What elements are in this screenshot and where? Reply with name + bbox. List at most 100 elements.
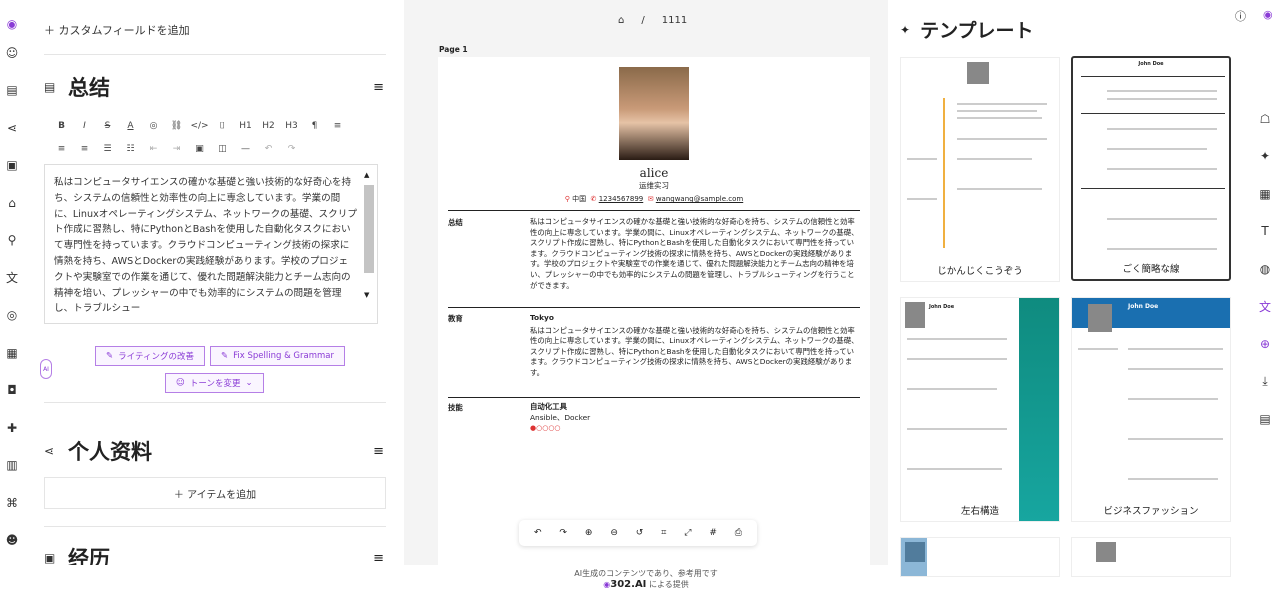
person-icon[interactable]: ⚲ [0,222,24,260]
section-rule [448,210,860,211]
graduation-icon[interactable]: ⌂ [0,184,24,222]
template-card[interactable]: じかんじくこうぞう [900,57,1060,282]
align-left-icon[interactable]: ≡ [328,121,347,131]
translate-icon[interactable]: 文 [0,259,24,297]
hash-icon[interactable]: # [709,528,717,538]
logo-icon[interactable]: ◉ [0,14,24,34]
ai-badge[interactable]: AI [40,359,52,379]
template-card-selected[interactable]: John Doe ごく簡略な線 [1071,56,1231,281]
globe-icon[interactable]: ⊕ [1260,325,1270,363]
summary-header: ▤ 总结 ≡ [44,72,384,102]
redo-icon[interactable]: ↷ [282,144,301,154]
h3-icon[interactable]: H3 [282,121,301,131]
handshake-icon[interactable]: ⌘ [0,484,24,522]
code-icon[interactable]: </> [190,121,209,131]
menu-icon[interactable]: ≡ [373,551,384,566]
change-tone-button[interactable]: ☺ トーンを変更 ⌄ [165,373,264,393]
undo-icon[interactable]: ↶ [534,528,542,538]
briefcase-icon: ▣ [44,551,56,565]
scroll-up-icon[interactable]: ▲ [364,171,369,179]
breadcrumb: ⌂ / 1111 [618,15,688,26]
template-card[interactable] [900,537,1060,577]
zoom-out-icon[interactable]: ⊖ [610,528,618,538]
layers-icon: ✦ [900,22,911,37]
layers-icon[interactable]: ✦ [1260,138,1270,176]
h2-icon[interactable]: H2 [259,121,278,131]
menu-icon[interactable]: ≡ [373,80,384,95]
award-icon[interactable]: ◎ [0,297,24,335]
group-icon[interactable]: ☻ [0,522,24,560]
profile-header: ⋖ 个人资料 ≡ [44,436,384,466]
menu-icon[interactable]: ≡ [373,444,384,459]
print-icon[interactable]: ⎙ [735,528,742,538]
share-icon[interactable]: ⋖ [0,109,24,147]
bold-icon[interactable]: B [52,121,71,131]
translate-icon[interactable]: 文 [1259,288,1271,326]
fit-icon[interactable]: ⌗ [661,528,666,538]
paragraph-icon[interactable]: ¶ [305,121,324,131]
template-card[interactable] [1071,537,1231,577]
zoom-in-icon[interactable]: ⊕ [585,528,593,538]
add-item-button[interactable]: ＋ アイテムを追加 [44,477,386,509]
divider [44,54,386,55]
ordered-list-icon[interactable]: ☷ [121,144,140,154]
notes-icon[interactable]: ▤ [1259,400,1270,438]
table-icon[interactable]: ◫ [213,144,232,154]
resume-name: alice [639,166,669,180]
profile-icon[interactable]: ☺ [0,34,24,72]
layout-icon[interactable]: ▦ [1259,175,1270,213]
strikethrough-icon[interactable]: S [98,121,117,131]
info-icon[interactable]: ⓘ [1235,8,1246,24]
bullet-list-icon[interactable]: ☰ [98,144,117,154]
textarea-scrollbar[interactable]: ▲ ▼ [362,171,376,299]
home-icon[interactable]: ⌂ [618,15,624,26]
puzzle-icon[interactable]: ✚ [0,409,24,447]
briefcase-icon[interactable]: ▣ [0,147,24,185]
download-icon[interactable]: ⤓ [1262,363,1267,401]
certificate-icon[interactable]: ▦ [0,334,24,372]
email-icon: ✉ [647,195,654,203]
summary-textarea[interactable]: 私はコンピュータサイエンスの確かな基礎と強い技術的な好奇心を持ち、システムの信頼… [44,164,378,324]
fix-spelling-button[interactable]: ✎ Fix Spelling & Grammar [210,346,345,366]
h1-icon[interactable]: H1 [236,121,255,131]
template-card[interactable]: John Doe ビジネスファッション [1071,297,1231,522]
reset-zoom-icon[interactable]: ↺ [636,528,644,538]
typography-icon[interactable]: T [1261,213,1268,251]
outdent-icon[interactable]: ⇤ [144,144,163,154]
image-icon[interactable]: ▣ [190,144,209,154]
template-card[interactable]: John Doe 左右構造 [900,297,1060,522]
divider [44,526,386,527]
skill-level-dots: ●○○○○ [530,424,561,433]
undo-icon[interactable]: ↶ [259,144,278,154]
scroll-thumb[interactable] [364,185,374,273]
italic-icon[interactable]: I [75,121,94,131]
robot-icon[interactable]: ☖ [1260,100,1271,138]
book-icon[interactable]: ▥ [0,447,24,485]
card-icon[interactable]: ▤ [0,72,24,110]
resume-title: 1111 [661,15,688,26]
palette-icon[interactable]: ◍ [1260,250,1270,288]
scroll-down-icon[interactable]: ▼ [364,291,369,299]
timeline-bar [943,98,945,248]
codeblock-icon[interactable]: ⌷ [213,121,232,131]
editor-panel: ＋ カスタムフィールドを追加 ▤ 总结 ≡ B I S A ◎ ⛓ </> ⌷ … [30,0,400,565]
text-color-icon[interactable]: A [121,121,140,131]
divider [44,402,386,403]
align-right-icon[interactable]: ≡ [75,144,94,154]
expand-icon[interactable]: ⤢ [684,528,691,538]
link-icon[interactable]: ⛓ [167,121,186,131]
template-avatar [967,62,989,84]
highlight-icon[interactable]: ◎ [144,121,163,131]
hr-icon[interactable]: — [236,144,255,154]
gamepad-icon[interactable]: ◘ [0,372,24,410]
redo-icon[interactable]: ↷ [559,528,567,538]
resume-page: alice 运维实习 ⚲ 中国 ✆ 1234567899 ✉ wangwang@… [438,57,870,565]
improve-writing-button[interactable]: ✎ ライティングの改善 [95,346,205,366]
add-custom-field-button[interactable]: ＋ カスタムフィールドを追加 [44,22,190,38]
preview-panel: ⌂ / 1111 Page 1 alice 运维实习 ⚲ 中国 ✆ 123456… [404,0,888,565]
card-icon: ▤ [44,80,56,94]
indent-icon[interactable]: ⇥ [167,144,186,154]
align-center-icon[interactable]: ≡ [52,144,71,154]
section-rule [448,307,860,308]
section-title: 个人资料 [68,440,152,464]
